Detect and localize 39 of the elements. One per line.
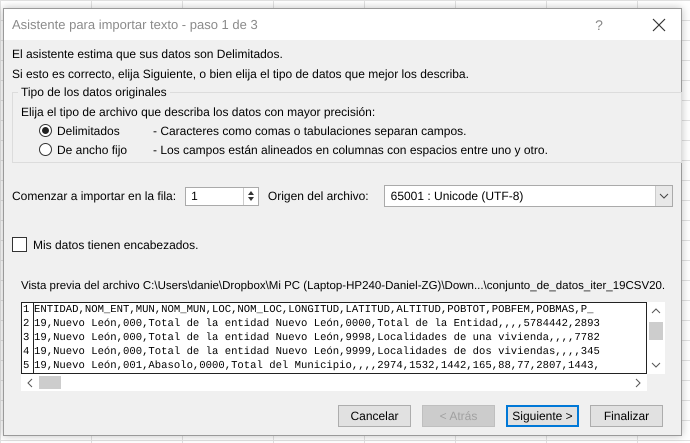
row-spinner[interactable]: 1 bbox=[185, 186, 259, 206]
close-icon[interactable] bbox=[652, 18, 666, 32]
preview-label: Vista previa del archivo C:\Users\danie\Dropbox\Mi PC (Laptop-HP240-Daniel-ZG)\Down...\conjunto_de_datos_iter_19CSV20. bbox=[20, 280, 666, 292]
radio-button[interactable]: De ancho fijo bbox=[39, 142, 153, 156]
dialog-button[interactable]: Siguiente > bbox=[506, 405, 579, 427]
file-origin-dropdown[interactable]: 65001 : Unicode (UTF-8) bbox=[384, 185, 673, 207]
line-number: 3 bbox=[22, 331, 34, 345]
dialog-button[interactable]: Finalizar bbox=[590, 405, 663, 427]
preview-line: 19,Nuevo León,001,Abasolo,0000,Total del Municipio,,,,2974,1532,1442,165,88,77,2807,1443, bbox=[34, 359, 600, 373]
vertical-scrollbar[interactable] bbox=[647, 302, 665, 374]
field-label: Origen del archivo: bbox=[268, 189, 370, 203]
field-label: Comenzar a importar en la fila: bbox=[12, 189, 176, 203]
scroll-down-icon[interactable] bbox=[651, 362, 661, 368]
preview-line: 19,Nuevo León,000,Total de la entidad Nuevo León,0000,Total de la Entidad,,,,5784442,2893 bbox=[34, 317, 600, 331]
group-prompt: Elija el tipo de archivo que describa los datos con mayor precisión: bbox=[21, 104, 376, 121]
line-number: 4 bbox=[22, 345, 34, 359]
group-title: Tipo de los datos originales bbox=[18, 85, 170, 99]
preview-line: 19,Nuevo León,000,Total de la entidad Nuevo León,9999,Localidades de dos viviendas,,,,345 bbox=[34, 345, 600, 359]
preview-line: ENTIDAD,NOM_ENT,MUN,NOM_MUN,LOC,NOM_LOC,LONGITUD,LATITUD,ALTITUD,POBTOT,POBFEM,POBMAS,P_ bbox=[34, 303, 594, 317]
help-button[interactable]: ? bbox=[577, 10, 621, 40]
window-title: Asistente para importar texto - paso 1 de 3 bbox=[12, 17, 258, 32]
headers-checkbox[interactable]: Mis datos tienen encabezados. bbox=[12, 237, 212, 252]
chevron-down-icon[interactable] bbox=[655, 186, 672, 206]
option-description: - Caracteres como comas o tabulaciones separan campos. bbox=[153, 124, 466, 138]
scroll-thumb[interactable] bbox=[39, 376, 61, 389]
option-description: - Los campos están alineados en columnas con espacios entre uno y otro. bbox=[153, 142, 548, 156]
scroll-right-icon[interactable] bbox=[635, 378, 641, 388]
line-number: 1 bbox=[22, 303, 34, 317]
scroll-left-icon[interactable] bbox=[27, 378, 33, 388]
scroll-up-icon[interactable] bbox=[651, 308, 661, 314]
dialog-button[interactable]: Cancelar bbox=[338, 405, 411, 427]
line-number: 2 bbox=[22, 317, 34, 331]
preview-line: 19,Nuevo León,000,Total de la entidad Nuevo León,9998,Localidades de una vivienda,,,,7782 bbox=[34, 331, 600, 345]
intro-text: El asistente estima que sus datos son Delimitados. bbox=[12, 46, 284, 63]
radio-button[interactable]: Delimitados bbox=[39, 124, 153, 138]
scroll-thumb[interactable] bbox=[649, 322, 663, 340]
line-number: 5 bbox=[22, 359, 34, 373]
horizontal-scrollbar[interactable] bbox=[21, 374, 647, 391]
intro-text: Si esto es correcto, elija Siguiente, o bien elija el tipo de datos que mejor los describa. bbox=[12, 66, 470, 83]
